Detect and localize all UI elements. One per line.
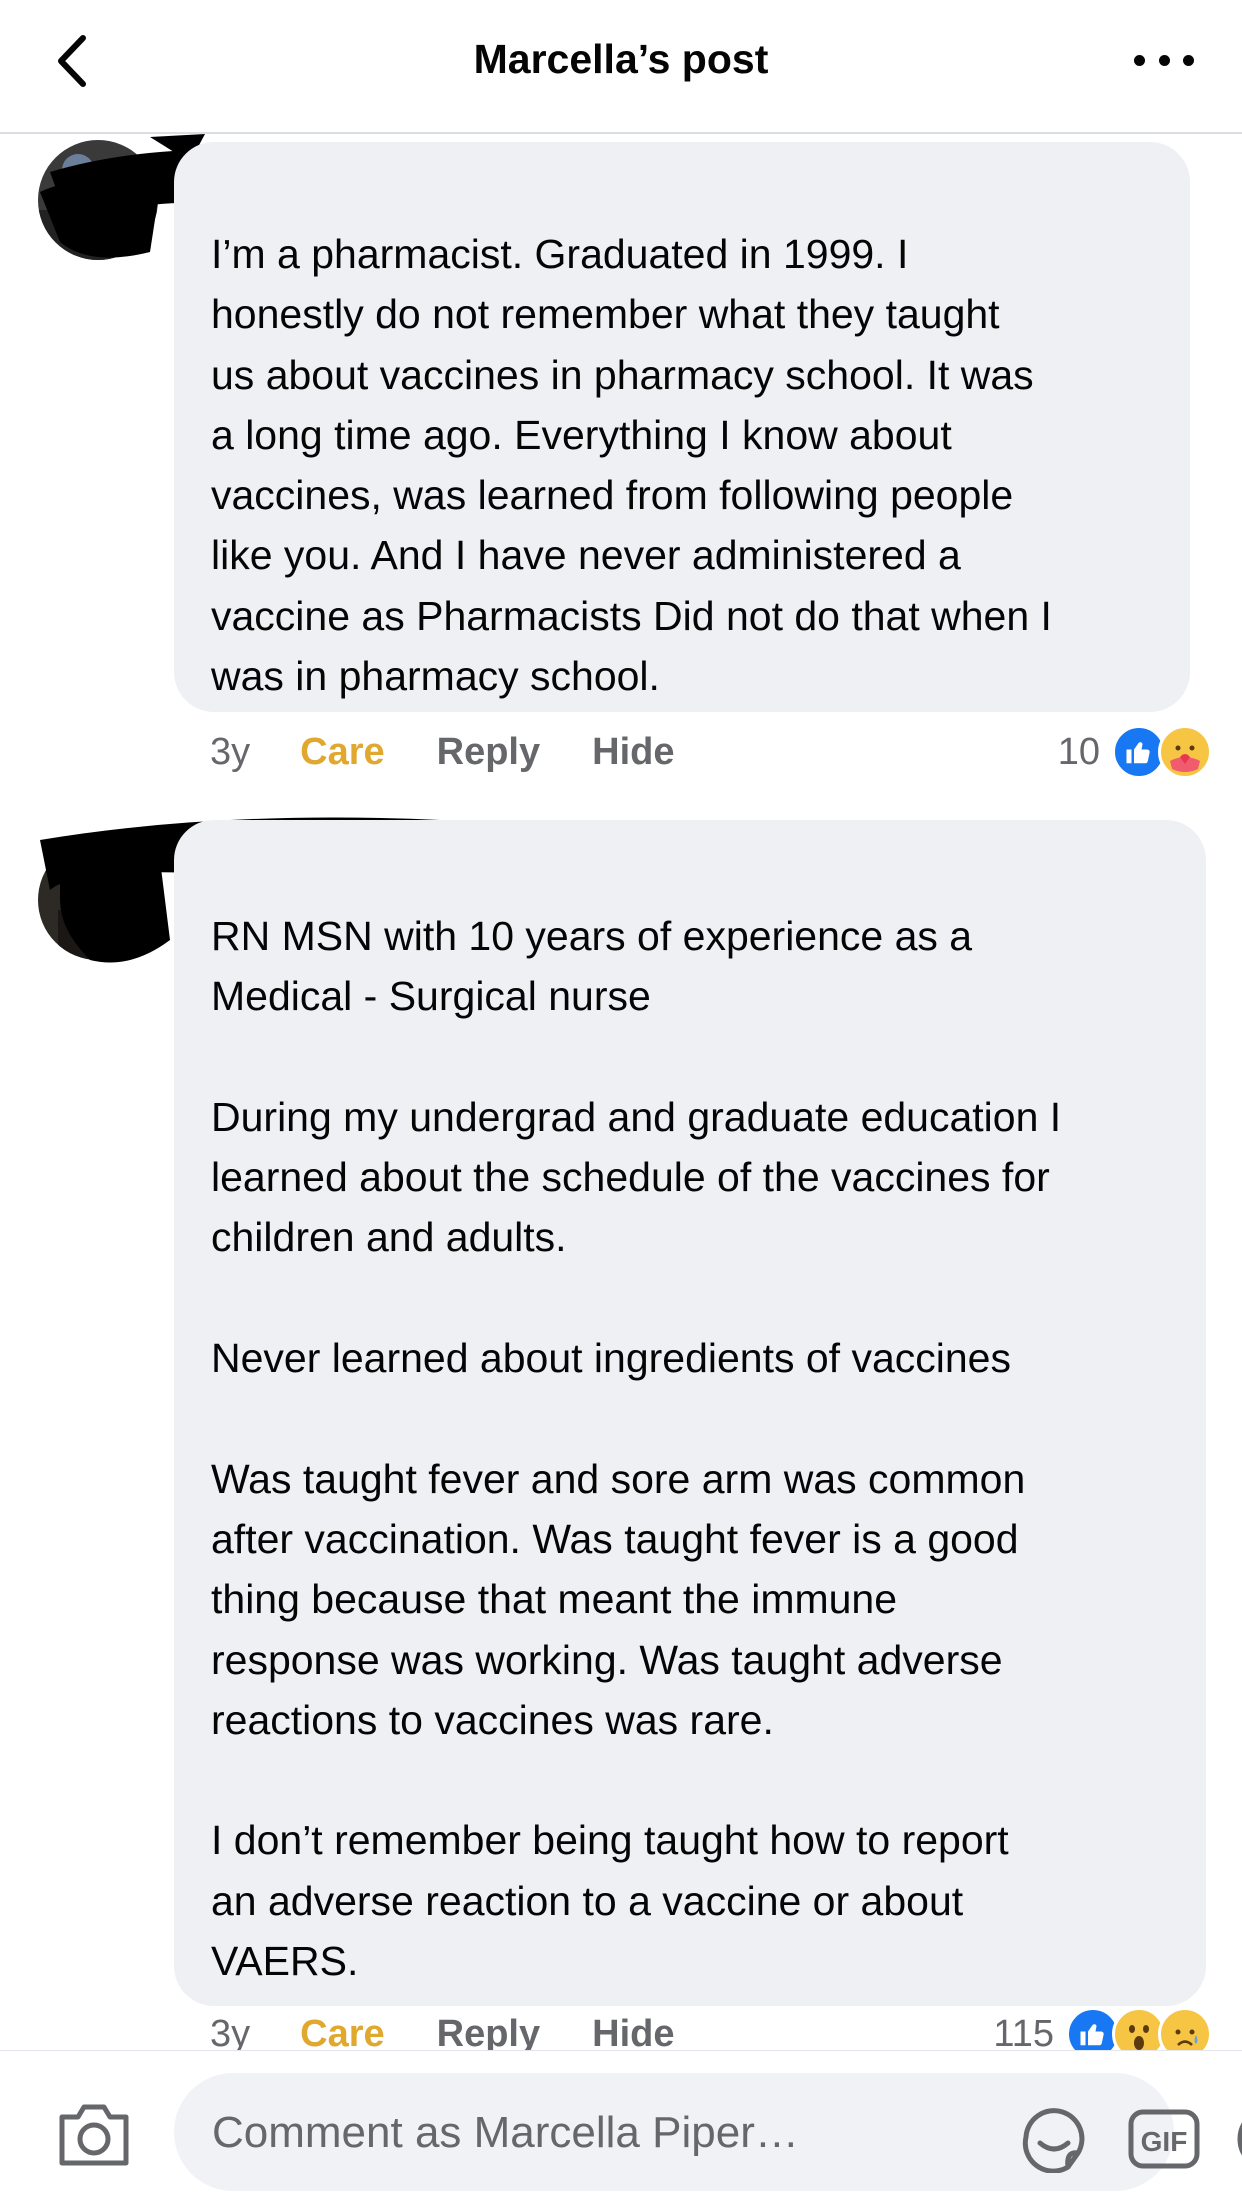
comment-bubble[interactable]: I’m a pharmacist. Graduated in 1999. I h…	[174, 142, 1190, 712]
more-dot	[1134, 54, 1145, 66]
comment-input-wrapper[interactable]: GIF	[174, 2073, 1242, 2193]
more-dot	[1183, 54, 1194, 66]
sticker-icon	[1022, 2108, 1085, 2174]
comment: I’m a pharmacist. Graduated in 1999. I h…	[0, 132, 1242, 792]
comment-text: I’m a pharmacist. Graduated in 1999. I h…	[211, 231, 1052, 700]
gif-button[interactable]: GIF	[1128, 2109, 1200, 2169]
care-icon	[1158, 725, 1212, 779]
comment-input[interactable]	[210, 2073, 1014, 2193]
more-options-button[interactable]	[1134, 42, 1194, 78]
more-dot	[1158, 54, 1170, 66]
reply-button[interactable]: Reply	[437, 731, 540, 774]
comment: RN MSN with 10 years of experience as a …	[0, 810, 1242, 2061]
care-button[interactable]: Care	[300, 731, 385, 774]
reaction-summary[interactable]: 10	[1058, 722, 1212, 782]
comment-actions: 3y Care Reply Hide	[210, 722, 674, 782]
sticker-button[interactable]	[1018, 2103, 1092, 2174]
comment-bubble[interactable]: RN MSN with 10 years of experience as a …	[174, 820, 1206, 2006]
reaction-count: 10	[1057, 730, 1100, 773]
smiley-icon	[1237, 2122, 1242, 2156]
comment-timestamp[interactable]: 3y	[210, 731, 250, 774]
camera-button[interactable]	[56, 2101, 132, 2169]
camera-icon	[59, 2104, 129, 2166]
page-title: Marcella’s post	[473, 36, 769, 82]
comment-composer: GIF	[0, 2050, 1242, 2209]
comment-text: RN MSN with 10 years of experience as a …	[211, 913, 1062, 1985]
hide-button[interactable]: Hide	[592, 731, 674, 774]
emoji-button[interactable]	[1236, 2105, 1242, 2173]
gif-icon: GIF	[1128, 2109, 1200, 2169]
top-bar: Marcella’s post	[0, 0, 1242, 134]
svg-text:GIF: GIF	[1141, 2126, 1188, 2157]
